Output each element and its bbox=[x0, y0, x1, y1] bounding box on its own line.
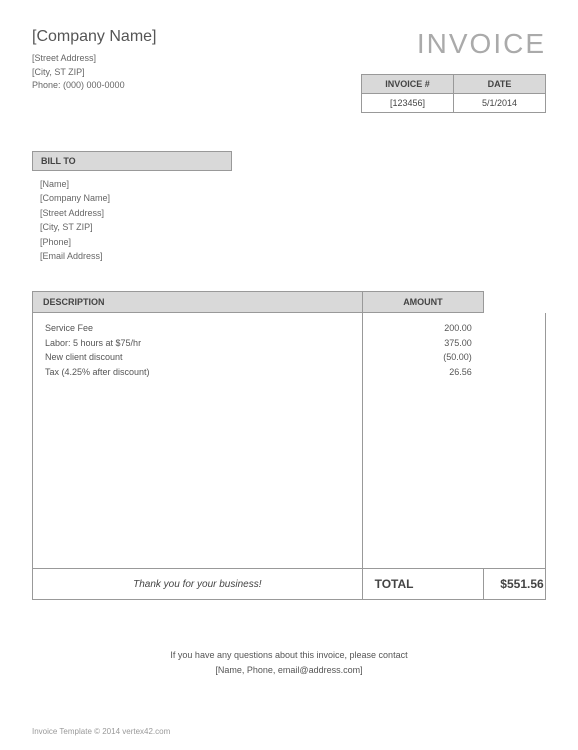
questions-line1: If you have any questions about this inv… bbox=[32, 648, 546, 662]
header-row: [Company Name] [Street Address] [City, S… bbox=[32, 28, 546, 113]
meta-date: 5/1/2014 bbox=[454, 94, 546, 113]
meta-invoice-num-label: INVOICE # bbox=[362, 75, 454, 94]
invoice-title: INVOICE bbox=[361, 28, 546, 60]
thanks-text: Thank you for your business! bbox=[45, 579, 350, 590]
company-phone: Phone: (000) 000-0000 bbox=[32, 79, 157, 93]
total-label: TOTAL bbox=[375, 577, 472, 591]
line-item-desc: Tax (4.25% after discount) bbox=[45, 365, 350, 379]
company-city: [City, ST ZIP] bbox=[32, 66, 157, 80]
total-row: Thank you for your business! TOTAL $ 551… bbox=[33, 569, 546, 600]
total-currency: $ bbox=[496, 577, 507, 591]
meta-invoice-num: [123456] bbox=[362, 94, 454, 113]
billto-phone: [Phone] bbox=[40, 235, 538, 249]
questions-block: If you have any questions about this inv… bbox=[32, 648, 546, 677]
line-item-desc: Service Fee bbox=[45, 321, 350, 335]
billto-street: [Street Address] bbox=[40, 206, 538, 220]
billto-body: [Name] [Company Name] [Street Address] [… bbox=[32, 171, 546, 269]
line-table: DESCRIPTION AMOUNT Service FeeLabor: 5 h… bbox=[32, 291, 546, 600]
line-item-amount: 375.00 bbox=[375, 336, 472, 350]
line-body-row: Service FeeLabor: 5 hours at $75/hrNew c… bbox=[33, 313, 546, 569]
line-item-amount: 200.00 bbox=[375, 321, 472, 335]
company-name: [Company Name] bbox=[32, 28, 157, 46]
billto-header: BILL TO bbox=[32, 151, 232, 171]
meta-table: INVOICE # DATE [123456] 5/1/2014 bbox=[361, 74, 546, 113]
line-list: Service FeeLabor: 5 hours at $75/hrNew c… bbox=[45, 313, 350, 568]
company-street: [Street Address] bbox=[32, 52, 157, 66]
billto-email: [Email Address] bbox=[40, 249, 538, 263]
line-item-amount: (50.00) bbox=[375, 350, 472, 364]
col-amount: AMOUNT bbox=[362, 292, 484, 313]
questions-line2: [Name, Phone, email@address.com] bbox=[32, 663, 546, 677]
amount-list: 200.00375.00(50.00)26.56 bbox=[375, 313, 472, 568]
billto-city: [City, ST ZIP] bbox=[40, 220, 538, 234]
company-block: [Company Name] [Street Address] [City, S… bbox=[32, 28, 157, 93]
footer-credit: Invoice Template © 2014 vertex42.com bbox=[32, 727, 170, 736]
meta-date-label: DATE bbox=[454, 75, 546, 94]
billto-company: [Company Name] bbox=[40, 191, 538, 205]
line-item-amount: 26.56 bbox=[375, 365, 472, 379]
total-amount: 551.56 bbox=[507, 577, 544, 591]
col-description: DESCRIPTION bbox=[33, 292, 363, 313]
line-item-desc: Labor: 5 hours at $75/hr bbox=[45, 336, 350, 350]
line-item-desc: New client discount bbox=[45, 350, 350, 364]
billto-name: [Name] bbox=[40, 177, 538, 191]
title-meta-block: INVOICE INVOICE # DATE [123456] 5/1/2014 bbox=[361, 28, 546, 113]
